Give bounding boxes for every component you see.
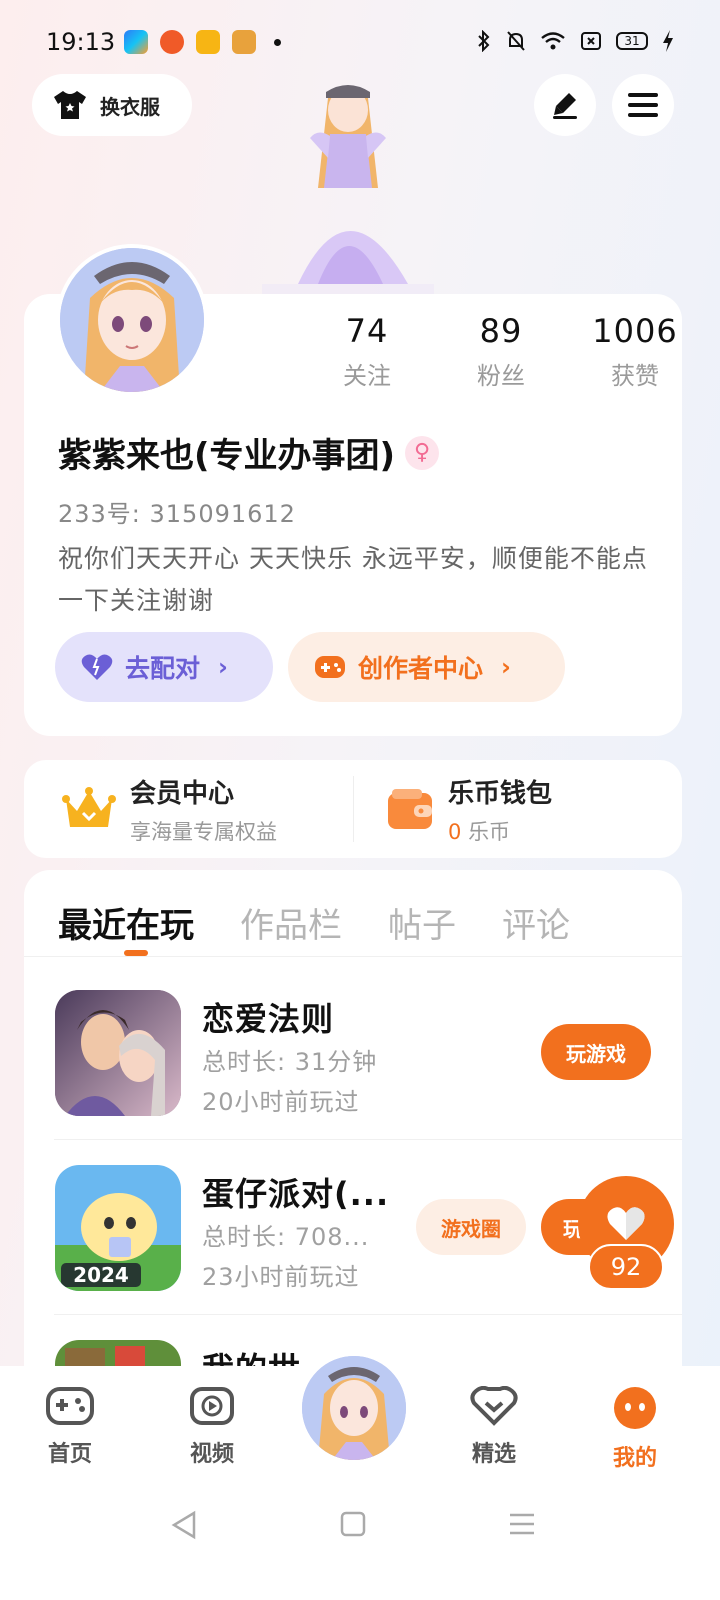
- divider: [54, 1314, 682, 1315]
- crown-icon: [62, 787, 116, 827]
- play-game-button[interactable]: 玩游戏: [541, 1024, 651, 1080]
- app-notification-icon: [232, 30, 256, 54]
- game-duration: 总时长: 708...: [202, 1223, 370, 1251]
- app-notification-icon: [124, 30, 148, 54]
- heart-icon: [81, 654, 113, 680]
- stat-followers[interactable]: 89 粉丝: [434, 312, 568, 391]
- nav-home-label: 首页: [47, 1442, 92, 1467]
- stat-value: 89: [479, 312, 523, 350]
- app-notification-icon: [160, 30, 184, 54]
- gamepad-icon: [315, 656, 345, 678]
- user-id: 233号: 315091612: [58, 500, 296, 528]
- game-name: 蛋仔派对(...: [202, 1175, 390, 1213]
- avatar-portrait: [60, 248, 204, 392]
- tab-recent-play[interactable]: 最近在玩: [58, 898, 194, 947]
- home-icon[interactable]: [340, 1511, 366, 1537]
- game-last-played: 20小时前玩过: [202, 1088, 360, 1116]
- stat-label: 关注: [343, 362, 391, 390]
- notification-app-icons: [124, 30, 281, 54]
- back-icon[interactable]: [170, 1510, 198, 1540]
- go-match-button[interactable]: 去配对 ›: [55, 632, 273, 702]
- mute-icon: [507, 31, 525, 51]
- pen-icon: [553, 93, 577, 119]
- tab-comments[interactable]: 评论: [502, 898, 570, 947]
- content-tabs: 最近在玩 作品栏 帖子 评论: [58, 898, 570, 947]
- game-circle-button[interactable]: 游戏圈: [416, 1199, 526, 1255]
- divider: [24, 956, 682, 957]
- vip-subtitle: 享海量专属权益: [130, 819, 277, 844]
- nav-avatar-button[interactable]: [298, 1352, 410, 1464]
- go-match-label: 去配对: [125, 654, 201, 683]
- wallet[interactable]: 乐币钱包 0 乐币: [386, 760, 552, 858]
- female-gender-icon: ♀: [405, 435, 440, 470]
- vip-center[interactable]: 会员中心 享海量专属权益: [62, 760, 277, 858]
- nav-video-label: 视频: [189, 1442, 234, 1467]
- chevron-right-icon: ›: [501, 653, 511, 681]
- stat-label: 粉丝: [477, 362, 525, 390]
- battery-icon: 31: [616, 32, 648, 50]
- wallet-balance: 0 乐币: [448, 816, 552, 846]
- game-duration: 总时长: 31分钟: [202, 1048, 378, 1076]
- game-thumbnail: [55, 990, 181, 1116]
- svg-text:2024: 2024: [73, 1263, 129, 1287]
- edit-profile-button[interactable]: [534, 74, 596, 136]
- wallet-title: 乐币钱包: [448, 778, 553, 809]
- nfc-icon: [581, 32, 601, 50]
- membership-wallet-card: 会员中心 享海量专属权益 乐币钱包 0 乐币: [24, 760, 682, 858]
- game-last-played: 23小时前玩过: [202, 1263, 360, 1291]
- user-bio: 祝你们天天开心 天天快乐 永远平安，顺便能不能点一下关注谢谢: [58, 544, 648, 615]
- nav-featured-label: 精选: [471, 1442, 516, 1467]
- chevron-right-icon: ›: [218, 653, 228, 681]
- app-notification-icon: [196, 30, 220, 54]
- change-outfit-button[interactable]: 换衣服: [32, 74, 192, 136]
- stat-likes[interactable]: 1006 获赞: [568, 312, 702, 391]
- recent-apps-icon[interactable]: [508, 1512, 536, 1536]
- avatar-portrait: [302, 1356, 406, 1460]
- heart-icon: [607, 1207, 645, 1240]
- tab-works[interactable]: 作品栏: [240, 898, 342, 947]
- wifi-icon: [541, 32, 565, 50]
- coin-amount: 0: [448, 819, 462, 844]
- stat-value: 1006: [592, 312, 678, 350]
- menu-button[interactable]: [612, 74, 674, 136]
- profile-avatar[interactable]: [56, 244, 208, 396]
- game-thumbnail: 2024: [55, 1165, 181, 1291]
- hamburger-menu-icon: [628, 93, 658, 117]
- nav-home[interactable]: 首页: [30, 1386, 110, 1468]
- system-navigation-bar: [0, 1500, 720, 1550]
- nav-video[interactable]: 视频: [172, 1386, 252, 1468]
- username: 紫紫来也(专业办事团): [58, 436, 396, 476]
- game-name: 恋爱法则: [202, 1000, 335, 1038]
- charging-icon: [663, 30, 673, 52]
- more-notifications-icon: [274, 38, 281, 46]
- stat-following[interactable]: 74 关注: [300, 312, 434, 391]
- smiley-icon: [614, 1387, 656, 1429]
- nav-mine-label: 我的: [612, 1446, 657, 1471]
- vip-title: 会员中心: [130, 778, 235, 809]
- avatar-3d-figure[interactable]: [258, 78, 438, 294]
- divider: [54, 1139, 682, 1140]
- coin-unit: 乐币: [468, 819, 511, 844]
- video-play-icon: [190, 1387, 234, 1425]
- like-count-badge: 92: [588, 1244, 664, 1290]
- profile-stats: 74 关注 89 粉丝 1006 获赞: [300, 312, 702, 391]
- divider: [353, 776, 354, 842]
- creator-center-button[interactable]: 创作者中心 ›: [288, 632, 565, 702]
- nav-mine[interactable]: 我的: [595, 1386, 675, 1472]
- creator-center-label: 创作者中心: [358, 654, 484, 683]
- stat-value: 74: [345, 312, 389, 350]
- tab-posts[interactable]: 帖子: [388, 898, 456, 947]
- heart-box-icon: [470, 1385, 518, 1426]
- gamepad-icon: [46, 1387, 94, 1425]
- nav-featured[interactable]: 精选: [454, 1385, 534, 1468]
- bluetooth-icon: [478, 30, 490, 52]
- status-icons: 31: [476, 30, 674, 52]
- tshirt-icon: [54, 91, 86, 119]
- username-row: 紫紫来也(专业办事团) ♀: [58, 428, 440, 477]
- status-time: 19:13: [46, 28, 116, 56]
- change-outfit-label: 换衣服: [100, 94, 160, 119]
- wallet-icon: [388, 789, 432, 829]
- stat-label: 获赞: [611, 362, 659, 390]
